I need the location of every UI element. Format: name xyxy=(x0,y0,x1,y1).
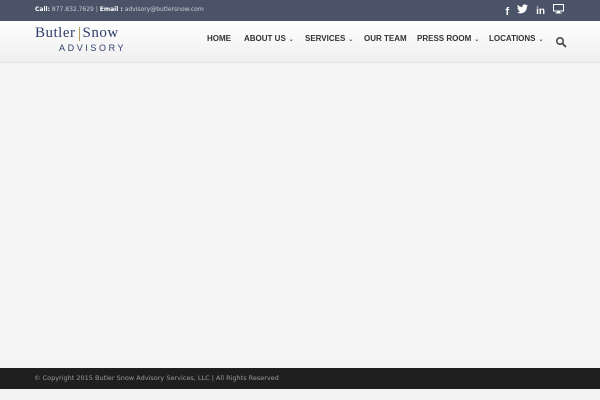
logo-word-butler: Butler xyxy=(35,25,76,41)
copyright-text: © Copyright 2015 Butler Snow Advisory Se… xyxy=(34,374,279,382)
linkedin-icon[interactable]: in xyxy=(536,6,545,18)
site-header: Butler Snow ADVISORY HOME ABOUT US ⌄ SERV… xyxy=(0,21,600,63)
logo-word-snow: Snow xyxy=(82,25,119,41)
chevron-down-icon: ⌄ xyxy=(474,37,480,43)
nav-item-label: LOCATIONS xyxy=(489,34,536,43)
nav-item-press-room[interactable]: PRESS ROOM ⌄ xyxy=(417,34,479,43)
nav-item-label: ABOUT US xyxy=(244,34,286,43)
email-link[interactable]: advisory@butlersnow.com xyxy=(125,6,204,13)
nav-item-locations[interactable]: LOCATIONS ⌄ xyxy=(489,34,544,43)
chevron-down-icon: ⌄ xyxy=(288,37,294,43)
nav-item-services[interactable]: SERVICES ⌄ xyxy=(305,34,353,43)
nav-item-about-us[interactable]: ABOUT US ⌄ xyxy=(244,34,294,43)
site-footer: © Copyright 2015 Butler Snow Advisory Se… xyxy=(0,368,600,389)
logo-wordmark: Butler Snow xyxy=(35,25,160,42)
logo-subtitle: ADVISORY xyxy=(59,43,127,53)
chevron-down-icon: ⌄ xyxy=(348,37,354,43)
main-content-area xyxy=(0,63,600,368)
social-links: f in xyxy=(505,4,564,19)
site-logo[interactable]: Butler Snow ADVISORY xyxy=(35,25,160,53)
contact-separator: | xyxy=(95,6,98,13)
search-icon[interactable] xyxy=(555,33,567,48)
nav-item-label: OUR TEAM xyxy=(364,34,407,43)
page-bottom-strip xyxy=(0,389,600,400)
top-contact-bar: Call: 877.832.7629 | Email : advisory@bu… xyxy=(0,0,600,21)
logo-separator xyxy=(78,26,80,41)
nav-item-label: PRESS ROOM xyxy=(417,34,472,43)
nav-item-our-team[interactable]: OUR TEAM xyxy=(364,34,407,43)
chevron-down-icon: ⌄ xyxy=(538,37,544,43)
nav-item-label: SERVICES xyxy=(305,34,346,43)
contact-info: Call: 877.832.7629 | Email : advisory@bu… xyxy=(35,6,204,13)
monitor-icon[interactable] xyxy=(553,4,564,19)
nav-item-home[interactable]: HOME xyxy=(207,34,231,43)
call-label: Call: xyxy=(35,6,50,13)
twitter-icon[interactable] xyxy=(517,4,529,19)
email-label: Email : xyxy=(99,6,123,13)
nav-item-label: HOME xyxy=(207,34,231,43)
facebook-icon[interactable]: f xyxy=(505,6,509,18)
phone-number[interactable]: 877.832.7629 xyxy=(52,6,94,13)
